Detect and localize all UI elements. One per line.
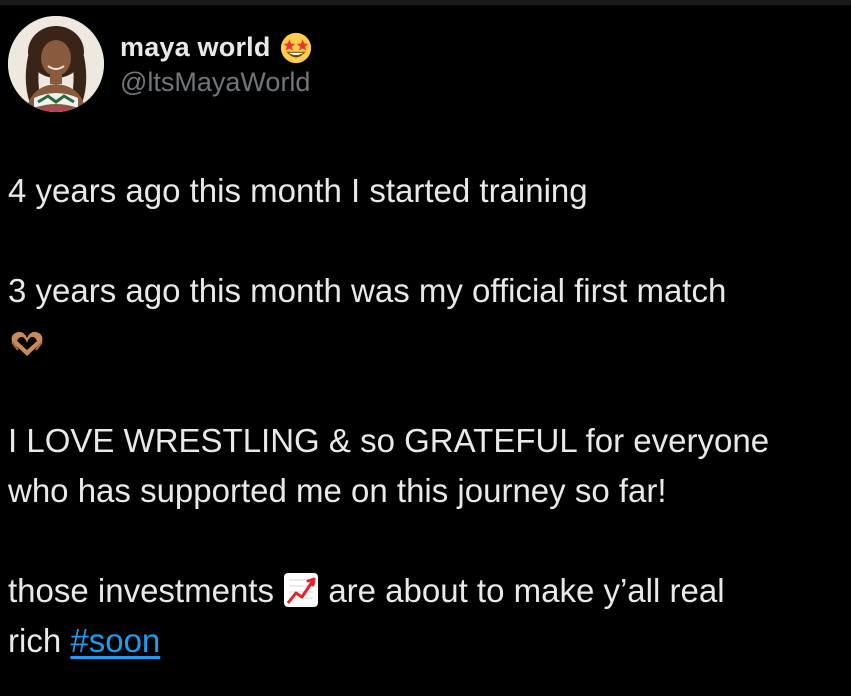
tweet-line: 4 years ago this month I started trainin… — [8, 172, 588, 209]
avatar[interactable] — [8, 16, 104, 112]
chart-increasing-emoji-icon — [284, 573, 319, 607]
tweet-line: 3 years ago this month was my official f… — [8, 272, 727, 309]
tweet-author-header: maya world @ltsMayaWorld — [8, 16, 313, 112]
tweet-line: I LOVE WRESTLING & so GRATEFUL for every… — [8, 422, 770, 459]
tweet-text-span: those investments — [8, 572, 274, 609]
tweet-line — [8, 316, 843, 366]
tweet-text-span: rich — [8, 622, 62, 659]
tweet-line: rich #soon — [8, 616, 843, 666]
top-edge-divider — [0, 0, 851, 5]
tweet-text-span: are about to make y’all real — [328, 572, 725, 609]
heart-hands-emoji-icon — [11, 331, 43, 356]
author-names: maya world @ltsMayaWorld — [120, 31, 313, 98]
star-struck-emoji-icon — [280, 32, 311, 63]
display-name-row: maya world — [120, 31, 313, 65]
hashtag-link[interactable]: #soon — [70, 622, 160, 659]
display-name[interactable]: maya world — [120, 32, 271, 63]
tweet-line: who has supported me on this journey so … — [8, 472, 667, 509]
user-handle[interactable]: @ltsMayaWorld — [120, 67, 313, 98]
tweet-text: 4 years ago this month I started trainin… — [8, 166, 843, 666]
tweet-line: those investments are about to make y’al… — [8, 566, 843, 616]
